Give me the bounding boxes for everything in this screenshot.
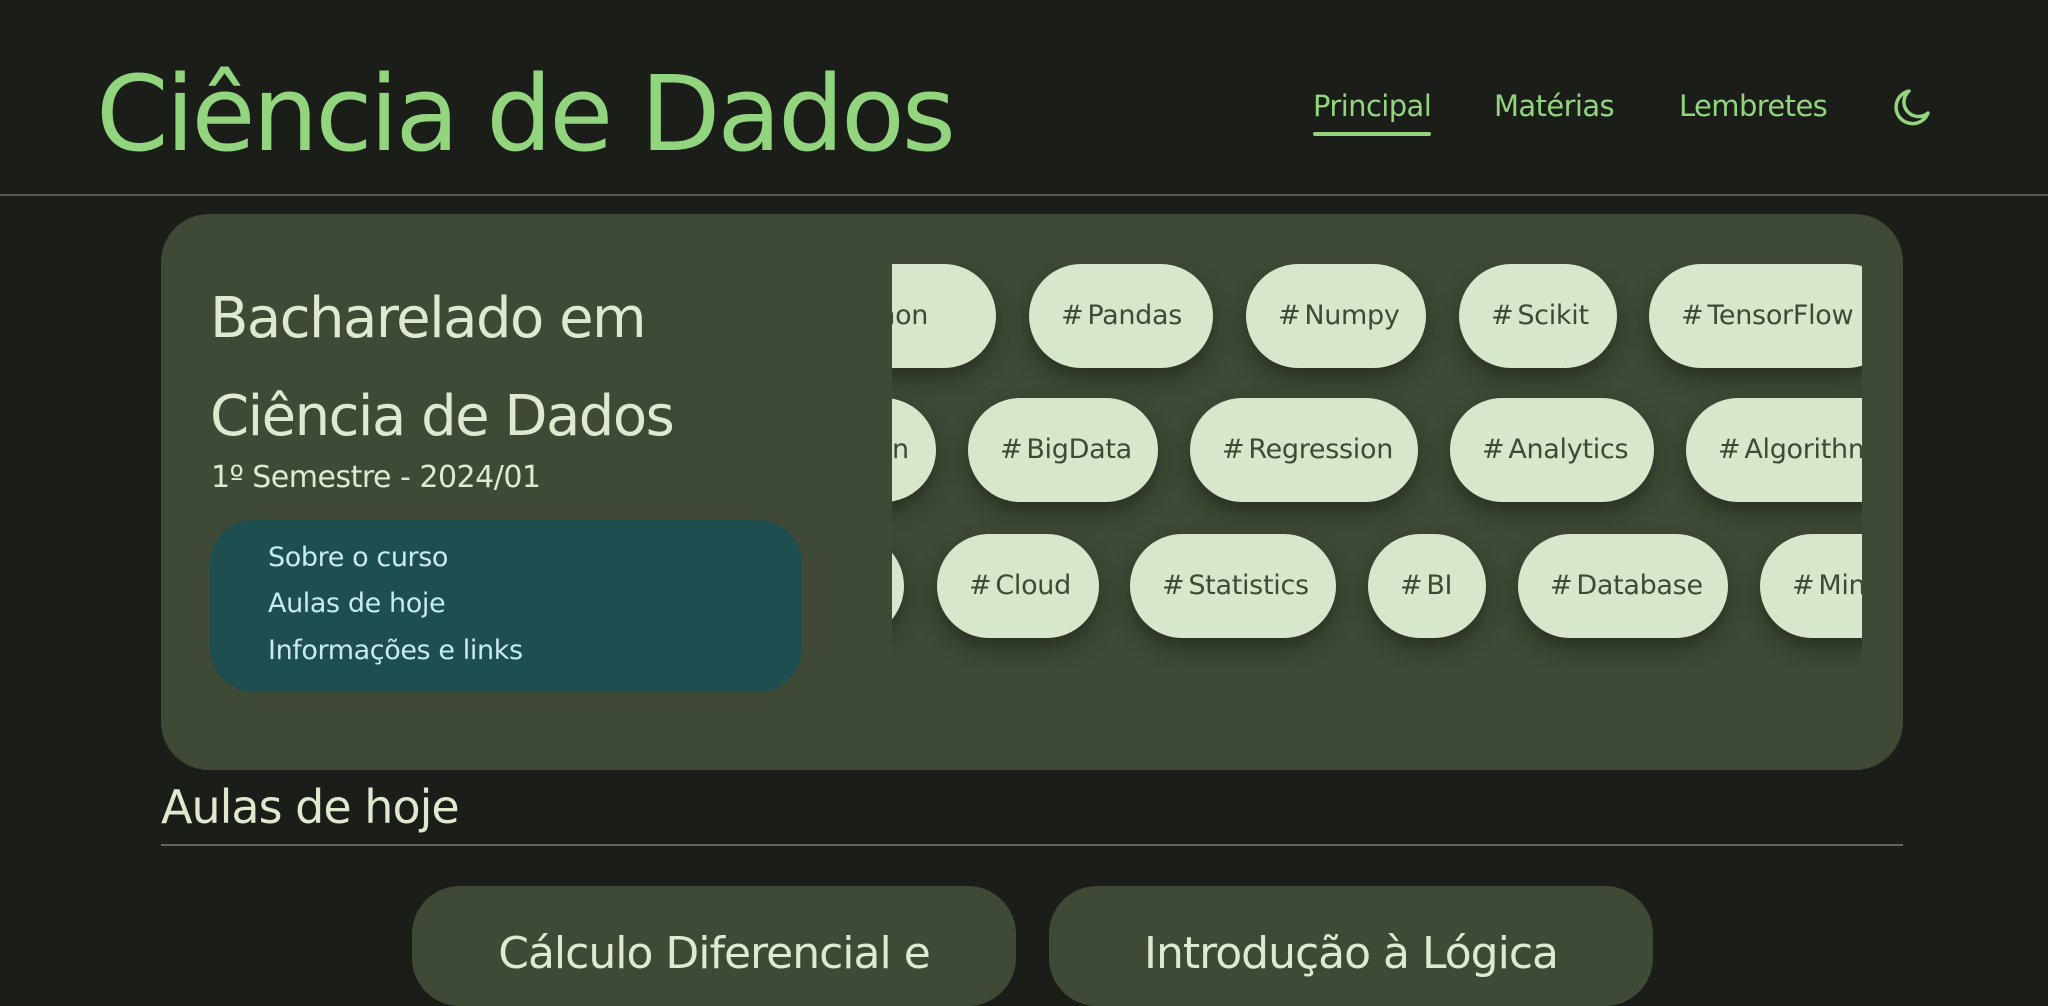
hashtag-icon: # xyxy=(1482,434,1505,465)
tag-mining[interactable]: # Min xyxy=(1760,534,1862,638)
nav-link-lembretes[interactable]: Lembretes xyxy=(1679,84,1828,130)
hashtag-icon: # xyxy=(1550,570,1573,601)
main-nav: Principal Matérias Lembretes xyxy=(0,84,2048,136)
tag-python[interactable]: #Python xyxy=(892,264,996,368)
hashtag-icon: # xyxy=(1792,570,1815,601)
hashtag-icon: # xyxy=(1491,300,1514,331)
tag-label: BigData xyxy=(1026,434,1132,465)
hashtag-icon: # xyxy=(1278,300,1301,331)
hero-title: Bacharelado em Ciência de Dados xyxy=(210,286,675,449)
hashtag-icon: # xyxy=(1681,300,1704,331)
tag-label: Scikit xyxy=(1517,300,1589,331)
menu-item-sobre-o-curso[interactable]: Sobre o curso xyxy=(268,536,448,580)
menu-item-aulas-de-hoje[interactable]: Aulas de hoje xyxy=(268,582,446,626)
tag-partial[interactable] xyxy=(892,534,904,638)
hashtag-icon: # xyxy=(1061,300,1084,331)
theme-toggle-button[interactable] xyxy=(1888,83,1936,131)
tags-row: # Cloud # Statistics # BI # Database # Min xyxy=(892,534,1862,638)
hashtag-icon: # xyxy=(1162,570,1185,601)
tag-database[interactable]: # Database xyxy=(1518,534,1728,638)
tag-label: Numpy xyxy=(1304,300,1400,331)
tag-label: BI xyxy=(1426,570,1453,601)
section-title-aulas-de-hoje: Aulas de hoje xyxy=(161,778,1903,846)
site-header: Ciência de Dados Principal Matérias Lemb… xyxy=(0,0,2048,196)
hashtag-icon: # xyxy=(1222,434,1245,465)
tag-numpy[interactable]: # Numpy xyxy=(1246,264,1426,368)
tag-scikit[interactable]: # Scikit xyxy=(1459,264,1617,368)
tag-regression[interactable]: # Regression xyxy=(1190,398,1418,502)
tags-row: #Python #Pandas #Numpy #Scikit #TensorFl… xyxy=(892,264,1862,368)
moon-icon xyxy=(1894,89,1930,126)
tag-cloud[interactable]: # Cloud xyxy=(937,534,1099,638)
nav-link-principal[interactable]: Principal xyxy=(1313,84,1432,136)
tag-label: Python xyxy=(892,300,929,331)
tag-bi[interactable]: # BI xyxy=(1368,534,1486,638)
hashtag-icon: # xyxy=(969,570,992,601)
tag-algorithm[interactable]: # Algorithm xyxy=(1686,398,1862,502)
tag-label: Cloud xyxy=(995,570,1071,601)
tag-label: Pandas xyxy=(1087,300,1183,331)
tag-tensorflow[interactable]: # TensorFlow xyxy=(1649,264,1862,368)
class-card-title: Cálculo Diferencial e xyxy=(498,928,931,979)
tag-partial[interactable]: n xyxy=(892,398,936,502)
tag-label: TensorFlow xyxy=(1707,300,1854,331)
tag-label: Database xyxy=(1576,570,1703,601)
hashtag-icon: # xyxy=(1000,434,1023,465)
tag-bigdata[interactable]: # BigData xyxy=(968,398,1158,502)
hero-menu: Sobre o curso Aulas de hoje Informações … xyxy=(210,520,802,692)
tag-label: Regression xyxy=(1248,434,1394,465)
hero-card: Bacharelado em Ciência de Dados 1º Semes… xyxy=(161,214,1903,770)
hashtag-icon: # xyxy=(1400,570,1423,601)
class-card-title: Introdução à Lógica xyxy=(1144,928,1559,979)
hashtag-icon: # xyxy=(1718,434,1741,465)
tag-label: Algorithm xyxy=(1744,434,1862,465)
menu-item-informacoes-e-links[interactable]: Informações e links xyxy=(268,629,523,673)
nav-link-materias[interactable]: Matérias xyxy=(1494,84,1615,130)
tag-analytics[interactable]: # Analytics xyxy=(1450,398,1654,502)
tag-pandas[interactable]: # Pandas xyxy=(1029,264,1213,368)
hero-subtitle: 1º Semestre - 2024/01 xyxy=(211,460,541,495)
tags-row: n # BigData # Regression # Analytics # Algor… xyxy=(892,398,1862,502)
tags-carousel: #Python #Pandas #Numpy #Scikit #TensorFl… xyxy=(892,264,1862,724)
class-card[interactable]: Cálculo Diferencial e xyxy=(412,886,1016,1006)
class-card[interactable]: Introdução à Lógica xyxy=(1049,886,1653,1006)
tag-label: Analytics xyxy=(1508,434,1629,465)
tag-statistics[interactable]: # Statistics xyxy=(1130,534,1336,638)
tag-label: Statistics xyxy=(1188,570,1309,601)
tag-label: n xyxy=(892,434,909,465)
tag-label: Min xyxy=(1818,570,1862,601)
